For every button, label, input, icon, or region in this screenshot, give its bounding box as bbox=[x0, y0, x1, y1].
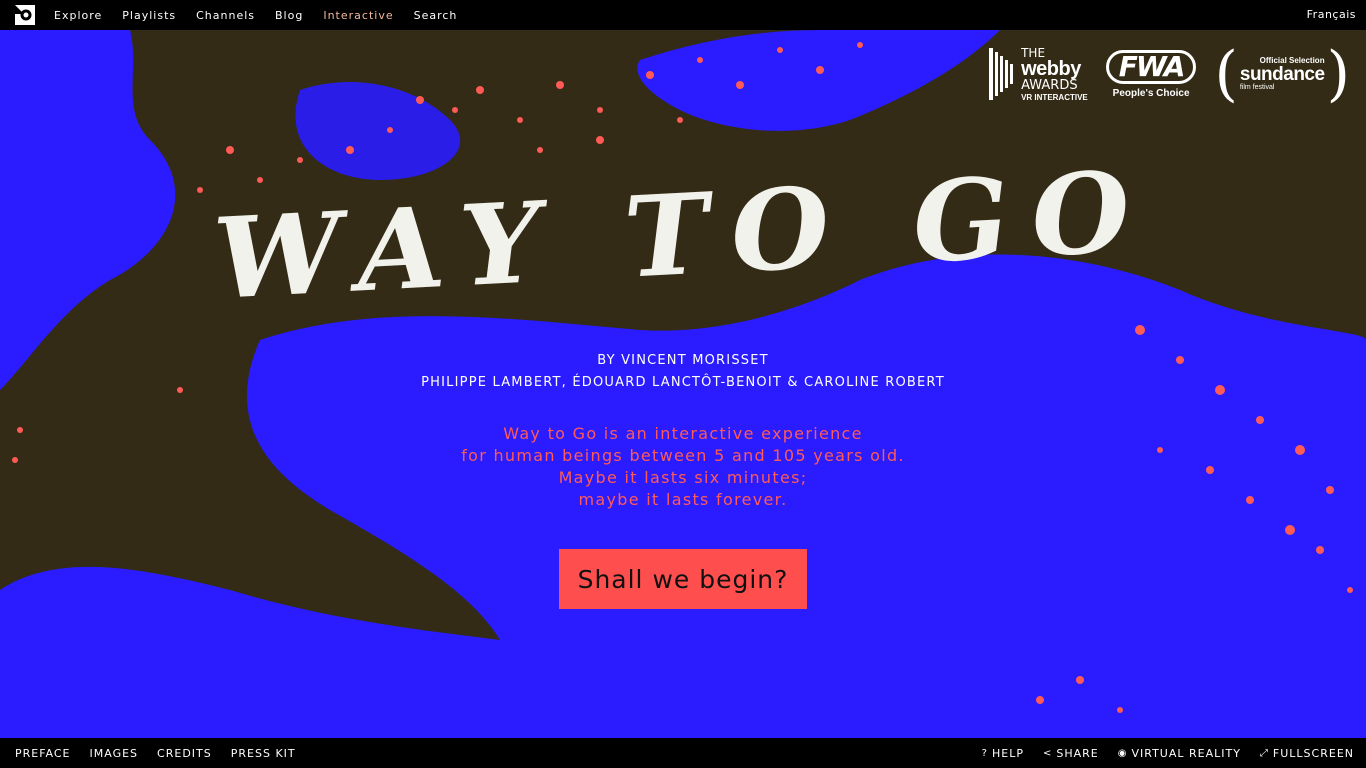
bottom-bar: PREFACE IMAGES CREDITS PRESS KIT ? HELP … bbox=[0, 738, 1366, 768]
eye-icon: ◉ bbox=[1117, 747, 1128, 759]
webby-line2: webby bbox=[1021, 57, 1081, 80]
nav-playlists[interactable]: Playlists bbox=[122, 9, 176, 22]
fullscreen-icon: ⤢ bbox=[1259, 747, 1269, 759]
webby-line3: AWARDS bbox=[1021, 77, 1078, 93]
main-nav: Explore Playlists Channels Blog Interact… bbox=[54, 9, 477, 22]
byline: BY VINCENT MORISSET PHILIPPE LAMBERT, ÉD… bbox=[0, 350, 1366, 394]
description: Way to Go is an interactive experience f… bbox=[0, 423, 1366, 511]
nav-interactive[interactable]: Interactive bbox=[323, 9, 393, 22]
fullscreen-label: FULLSCREEN bbox=[1272, 746, 1354, 760]
hero-section: THE webby AWARDS VR INTERACTIVE FWA Peop… bbox=[0, 30, 1366, 738]
help-icon: ? bbox=[981, 747, 988, 759]
help-label: HELP bbox=[991, 746, 1024, 760]
awards-strip: THE webby AWARDS VR INTERACTIVE FWA Peop… bbox=[989, 44, 1350, 104]
sundance-sub: film festival bbox=[1239, 84, 1275, 91]
top-nav: Explore Playlists Channels Blog Interact… bbox=[0, 0, 1366, 30]
language-switch-link[interactable]: Français bbox=[1307, 8, 1356, 21]
fwa-award-logo: FWA People's Choice bbox=[1105, 49, 1197, 99]
share-button[interactable]: < SHARE bbox=[1043, 747, 1099, 760]
nav-explore[interactable]: Explore bbox=[54, 9, 102, 22]
webby-award-logo: THE webby AWARDS VR INTERACTIVE bbox=[989, 47, 1088, 102]
credits-link[interactable]: CREDITS bbox=[157, 747, 212, 760]
webby-bars-icon bbox=[989, 48, 1014, 100]
bottom-right-controls: ? HELP < SHARE ◉ VIRTUAL REALITY ⤢ FULLS… bbox=[975, 747, 1366, 760]
webby-line4: VR INTERACTIVE bbox=[1021, 92, 1088, 102]
bottom-left-links: PREFACE IMAGES CREDITS PRESS KIT bbox=[0, 747, 300, 760]
description-line: Maybe it lasts six minutes; bbox=[558, 468, 808, 487]
vr-button[interactable]: ◉ VIRTUAL REALITY bbox=[1118, 747, 1241, 760]
preface-link[interactable]: PREFACE bbox=[15, 747, 71, 760]
description-line: Way to Go is an interactive experience bbox=[503, 424, 863, 443]
team-credit: PHILIPPE LAMBERT, ÉDOUARD LANCTÔT-BENOIT… bbox=[421, 375, 945, 390]
share-icon: < bbox=[1042, 747, 1053, 759]
press-kit-link[interactable]: PRESS KIT bbox=[231, 747, 296, 760]
share-label: SHARE bbox=[1056, 746, 1099, 760]
vr-label: VIRTUAL REALITY bbox=[1131, 746, 1241, 760]
begin-button[interactable]: Shall we begin? bbox=[559, 549, 807, 609]
director-credit: BY VINCENT MORISSET bbox=[597, 353, 769, 368]
help-button[interactable]: ? HELP bbox=[982, 747, 1024, 760]
nav-channels[interactable]: Channels bbox=[196, 9, 255, 22]
sundance-award-logo: ( Official Selection sundance film festi… bbox=[1214, 44, 1350, 104]
images-link[interactable]: IMAGES bbox=[90, 747, 139, 760]
fwa-mark: FWA bbox=[1105, 49, 1197, 84]
onf-logo-icon[interactable] bbox=[15, 5, 35, 25]
description-line: maybe it lasts forever. bbox=[578, 490, 788, 509]
laurel-left-icon: ( bbox=[1214, 39, 1238, 109]
webby-line1: THE bbox=[1021, 45, 1046, 60]
fwa-caption: People's Choice bbox=[1112, 87, 1190, 99]
sundance-name: sundance bbox=[1239, 64, 1325, 85]
description-line: for human beings between 5 and 105 years… bbox=[461, 446, 905, 465]
nav-search[interactable]: Search bbox=[414, 9, 458, 22]
fullscreen-button[interactable]: ⤢ FULLSCREEN bbox=[1260, 747, 1354, 760]
nav-blog[interactable]: Blog bbox=[275, 9, 303, 22]
laurel-right-icon: ) bbox=[1326, 39, 1350, 109]
